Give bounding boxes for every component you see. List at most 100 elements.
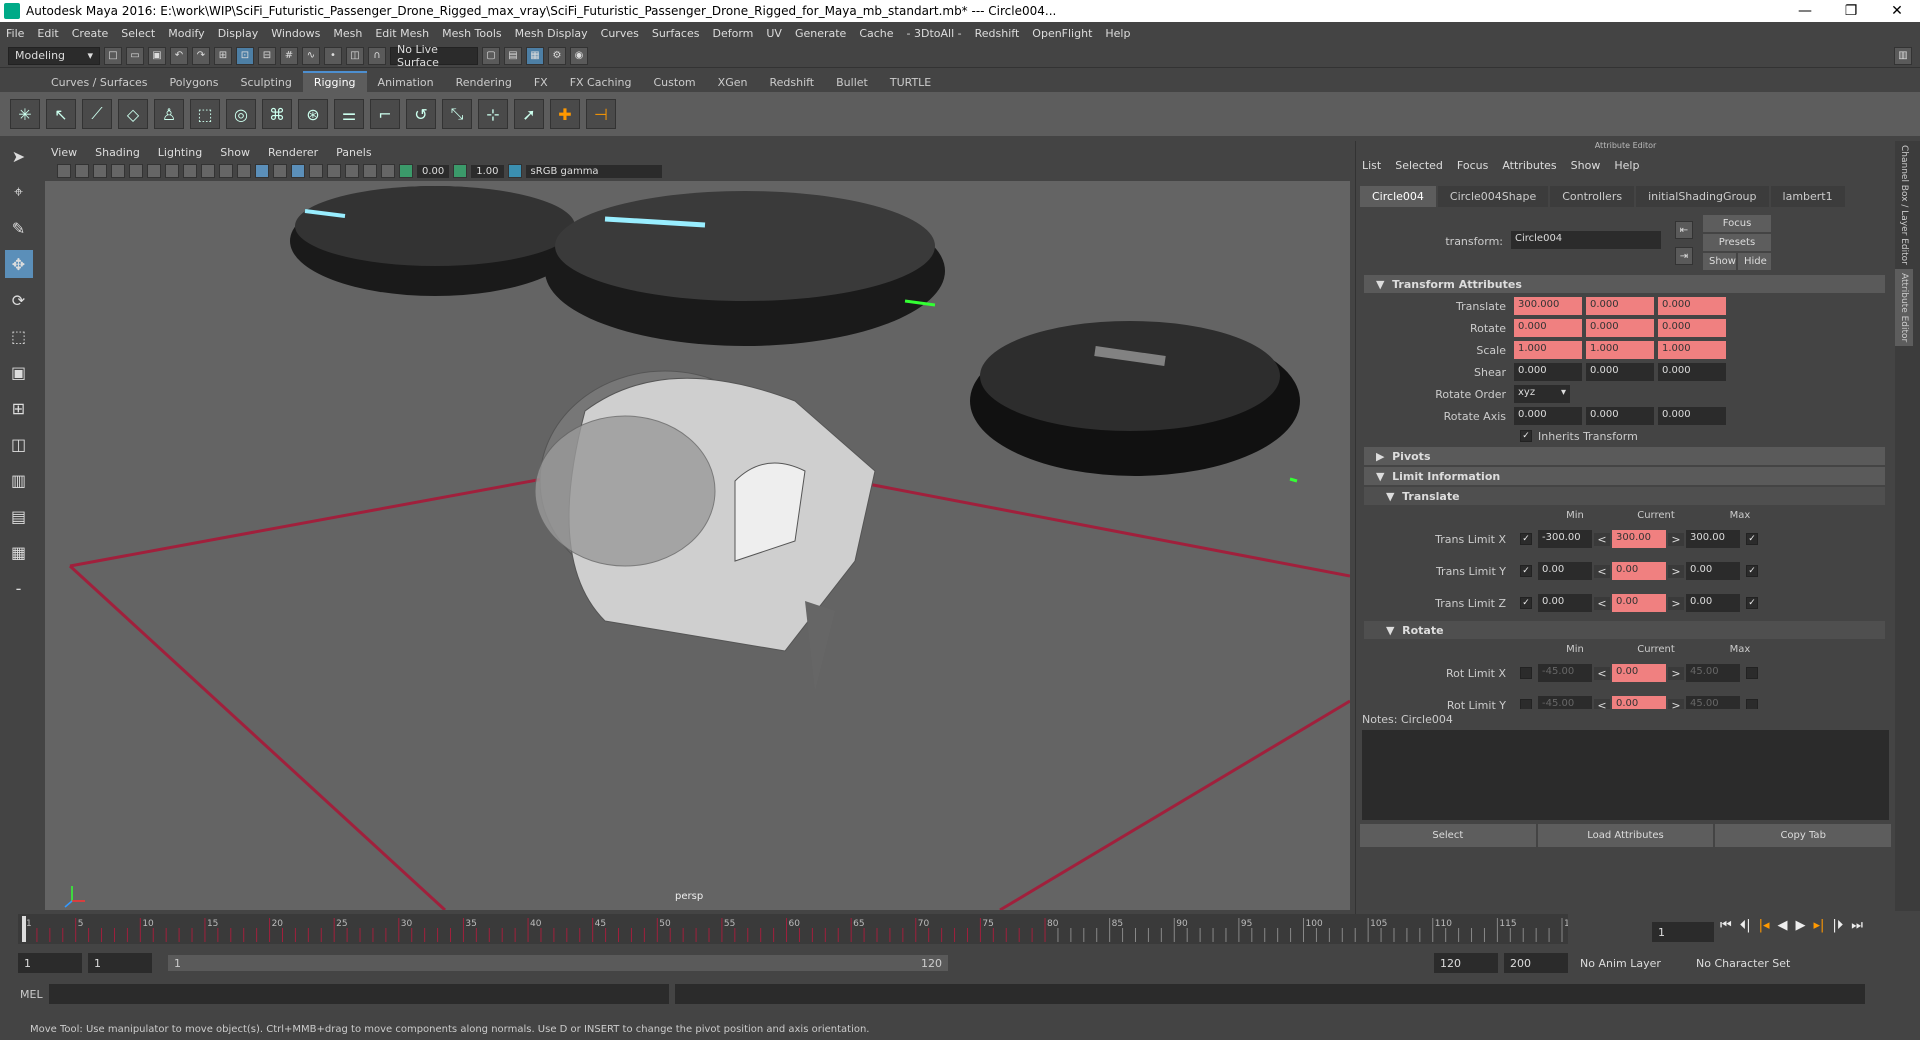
- trans-limit-x-min-checkbox[interactable]: ✓: [1520, 533, 1532, 545]
- current-frame-field[interactable]: 1: [1652, 922, 1714, 942]
- rot-limit-y-max-checkbox[interactable]: [1746, 699, 1758, 709]
- play-backward-icon[interactable]: ◀: [1778, 918, 1788, 933]
- scale-x-field[interactable]: 1.000: [1514, 341, 1582, 359]
- vp-menu-view[interactable]: View: [51, 146, 77, 159]
- presets-button[interactable]: Presets: [1703, 234, 1771, 251]
- scale-z-field[interactable]: 1.000: [1658, 341, 1726, 359]
- color-manage-icon[interactable]: [507, 164, 522, 178]
- go-to-start-icon[interactable]: ⏮: [1720, 918, 1732, 933]
- menu-create[interactable]: Create: [72, 27, 109, 40]
- side-tab-channel-box[interactable]: Channel Box / Layer Editor: [1895, 141, 1913, 269]
- play-forward-icon[interactable]: ▶: [1796, 918, 1806, 933]
- rotate-tool-icon[interactable]: ⟳: [5, 286, 33, 314]
- gamma-icon[interactable]: [453, 164, 468, 178]
- ipr-render-icon[interactable]: ▦: [526, 46, 544, 65]
- section-pivots[interactable]: ▶ Pivots: [1364, 447, 1885, 465]
- bind-skin-icon[interactable]: ⬚: [190, 99, 220, 129]
- copy-tab-button[interactable]: Copy Tab: [1715, 824, 1892, 847]
- set-max-arrow[interactable]: >: [1668, 564, 1684, 578]
- current-time-marker[interactable]: [22, 916, 26, 942]
- menu-display[interactable]: Display: [218, 27, 259, 40]
- ae-tab-initialshadinggroup[interactable]: initialShadingGroup: [1636, 186, 1769, 207]
- menu-mesh-tools[interactable]: Mesh Tools: [442, 27, 502, 40]
- exposure-icon[interactable]: [399, 164, 413, 178]
- rot-limit-x-max-field[interactable]: 45.00: [1686, 664, 1740, 682]
- ae-menu-show[interactable]: Show: [1571, 159, 1601, 172]
- translate-y-field[interactable]: 0.000: [1586, 297, 1654, 315]
- custom-layout-icon[interactable]: -: [5, 574, 33, 602]
- save-scene-icon[interactable]: ▣: [148, 46, 166, 65]
- trans-limit-z-max-checkbox[interactable]: ✓: [1746, 597, 1758, 609]
- perspective-viewport[interactable]: persp: [45, 181, 1350, 910]
- vp-menu-show[interactable]: Show: [220, 146, 250, 159]
- hide-button[interactable]: Hide: [1738, 253, 1771, 270]
- shear-z-field[interactable]: 0.000: [1658, 363, 1726, 381]
- scale-constraint-icon[interactable]: ⤡: [442, 99, 472, 129]
- go-to-output-icon[interactable]: ⇥: [1675, 247, 1693, 265]
- single-perspective-icon[interactable]: ▣: [5, 358, 33, 386]
- bookmark-icon[interactable]: [93, 164, 107, 178]
- joint-tool-icon[interactable]: ✳: [10, 99, 40, 129]
- gamma-field[interactable]: 1.00: [471, 164, 504, 178]
- menu-modify[interactable]: Modify: [168, 27, 204, 40]
- ae-tab-lambert1[interactable]: lambert1: [1770, 186, 1845, 207]
- menu-file[interactable]: File: [6, 27, 24, 40]
- notes-textarea[interactable]: [1362, 730, 1889, 820]
- ae-tab-controllers[interactable]: Controllers: [1550, 186, 1635, 207]
- cluster-icon[interactable]: ⊛: [298, 99, 328, 129]
- smooth-shade-icon[interactable]: [255, 164, 269, 178]
- shadows-icon[interactable]: [327, 164, 341, 178]
- vp-menu-shading[interactable]: Shading: [95, 146, 140, 159]
- menu-deform[interactable]: Deform: [712, 27, 753, 40]
- shear-y-field[interactable]: 0.000: [1586, 363, 1654, 381]
- shelf-tab-rendering[interactable]: Rendering: [445, 73, 523, 92]
- set-max-arrow[interactable]: >: [1668, 532, 1684, 546]
- menu-redshift[interactable]: Redshift: [975, 27, 1020, 40]
- resolution-gate-icon[interactable]: [165, 164, 179, 178]
- ae-tab-circle004[interactable]: Circle004: [1360, 186, 1436, 207]
- select-button[interactable]: Select: [1360, 824, 1536, 847]
- select-tool-icon[interactable]: ➤: [5, 142, 33, 170]
- film-gate-icon[interactable]: [147, 164, 161, 178]
- shelf-tab-curves-surfaces[interactable]: Curves / Surfaces: [40, 73, 159, 92]
- vp-menu-panels[interactable]: Panels: [336, 146, 371, 159]
- trans-limit-x-min-field[interactable]: -300.00: [1538, 530, 1592, 548]
- ae-menu-help[interactable]: Help: [1614, 159, 1639, 172]
- set-min-arrow[interactable]: <: [1594, 698, 1610, 709]
- ae-menu-selected[interactable]: Selected: [1395, 159, 1443, 172]
- shelf-tab-xgen[interactable]: XGen: [707, 73, 759, 92]
- shelf-tab-sculpting[interactable]: Sculpting: [229, 73, 302, 92]
- step-forward-key-icon[interactable]: |⏵: [1832, 918, 1843, 933]
- snap-view-icon[interactable]: ◫: [346, 46, 364, 65]
- menu-cache[interactable]: Cache: [859, 27, 893, 40]
- rotate-axis-z-field[interactable]: 0.000: [1658, 407, 1726, 425]
- set-min-arrow[interactable]: <: [1594, 666, 1610, 680]
- trans-limit-z-min-field[interactable]: 0.00: [1538, 594, 1592, 612]
- paint-weights-icon[interactable]: ◎: [226, 99, 256, 129]
- undo-icon[interactable]: ↶: [170, 46, 188, 65]
- vp-menu-renderer[interactable]: Renderer: [268, 146, 318, 159]
- minimize-button[interactable]: —: [1782, 3, 1828, 19]
- shelf-tab-custom[interactable]: Custom: [643, 73, 707, 92]
- rot-limit-x-min-field[interactable]: -45.00: [1538, 664, 1592, 682]
- snap-grid-icon[interactable]: #: [280, 46, 298, 65]
- menu-openflight[interactable]: OpenFlight: [1032, 27, 1092, 40]
- ae-scroll-area[interactable]: ▼ Transform Attributes Translate 300.000…: [1356, 273, 1895, 709]
- rot-limit-x-min-checkbox[interactable]: [1520, 667, 1532, 679]
- translate-z-field[interactable]: 0.000: [1658, 297, 1726, 315]
- shelf-tab-polygons[interactable]: Polygons: [159, 73, 230, 92]
- character-set-dropdown[interactable]: No Character Set: [1690, 953, 1800, 973]
- menu-edit-mesh[interactable]: Edit Mesh: [375, 27, 429, 40]
- render-settings-icon[interactable]: ⚙: [548, 46, 566, 65]
- grid-toggle-icon[interactable]: [129, 164, 143, 178]
- quick-rig-icon[interactable]: ♙: [154, 99, 184, 129]
- go-to-input-icon[interactable]: ⇤: [1675, 221, 1693, 239]
- paint-select-icon[interactable]: ✎: [5, 214, 33, 242]
- menu-mesh[interactable]: Mesh: [333, 27, 362, 40]
- time-slider[interactable]: 1 5 10 15 20 25 30 35 40 45 50 55 60 65 70 75 80 85 90 95 10…: [18, 914, 1581, 944]
- camera-select-icon[interactable]: [57, 164, 71, 178]
- shelf-tab-fx[interactable]: FX: [523, 73, 559, 92]
- image-plane-icon[interactable]: [111, 164, 125, 178]
- workspace-icon[interactable]: ▥: [1894, 46, 1912, 65]
- step-forward-frame-icon[interactable]: ▸|: [1814, 918, 1825, 933]
